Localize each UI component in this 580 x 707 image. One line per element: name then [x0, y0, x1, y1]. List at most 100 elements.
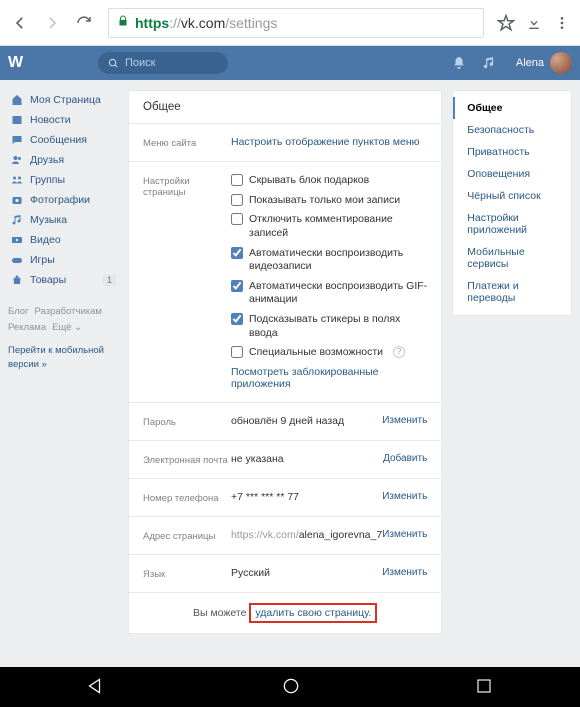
- video-icon: [10, 233, 24, 247]
- phone-change-link[interactable]: Изменить: [382, 491, 427, 504]
- phone-label: Номер телефона: [143, 491, 231, 504]
- url-path: /settings: [225, 15, 277, 31]
- only-my-posts-checkbox[interactable]: Показывать только мои записи: [231, 194, 427, 208]
- password-value: обновлён 9 дней назад: [231, 415, 382, 428]
- search-placeholder: Поиск: [125, 57, 155, 69]
- sidebar-item-games[interactable]: Игры: [8, 250, 118, 270]
- sidebar-item-friends[interactable]: Друзья: [8, 150, 118, 170]
- back-button[interactable]: [6, 9, 34, 37]
- sidebar-badge: 1: [103, 274, 116, 286]
- accessibility-checkbox[interactable]: Специальные возможности?: [231, 346, 427, 360]
- sidebar-item-groups[interactable]: Группы: [8, 170, 118, 190]
- android-back-button[interactable]: [87, 676, 107, 699]
- sidebar-item-label: Друзья: [30, 154, 64, 166]
- games-icon: [10, 253, 24, 267]
- sidebar-item-label: Игры: [30, 254, 55, 266]
- left-nav: Моя Страница Новости Сообщения Друзья Группы…: [8, 90, 118, 634]
- hide-gifts-checkbox[interactable]: Скрывать блок подарков: [231, 174, 427, 188]
- vk-logo[interactable]: W: [8, 54, 38, 72]
- configure-menu-link[interactable]: Настроить отображение пунктов меню: [231, 136, 420, 148]
- language-label: Язык: [143, 567, 231, 580]
- sidebar-item-label: Товары: [30, 274, 66, 286]
- search-icon: [108, 58, 119, 69]
- view-blocked-apps-link[interactable]: Посмотреть заблокированные приложения: [231, 366, 427, 390]
- bookmark-button[interactable]: [494, 14, 518, 32]
- groups-icon: [10, 173, 24, 187]
- url-protocol: https: [135, 15, 169, 31]
- tab-5[interactable]: Настройки приложений: [453, 207, 571, 241]
- vk-header: W Поиск Alena: [0, 46, 580, 80]
- sidebar-item-home[interactable]: Моя Страница: [8, 90, 118, 110]
- settings-panel: Общее Меню сайта Настроить отображение п…: [128, 90, 442, 634]
- tab-0[interactable]: Общее: [453, 97, 571, 119]
- android-nav-bar: [0, 667, 580, 707]
- sidebar-item-label: Сообщения: [30, 134, 87, 146]
- delete-account-link[interactable]: удалить свою страницу.: [249, 603, 377, 623]
- tab-3[interactable]: Оповещения: [453, 163, 571, 185]
- language-change-link[interactable]: Изменить: [382, 567, 427, 580]
- address-value: https://vk.com/alena_igorevna_7: [231, 529, 382, 542]
- friends-icon: [10, 153, 24, 167]
- address-label: Адрес страницы: [143, 529, 231, 542]
- tab-6[interactable]: Мобильные сервисы: [453, 241, 571, 275]
- autoplay-gif-checkbox[interactable]: Автоматически воспроизводить GIF-анимаци…: [231, 280, 427, 307]
- sidebar-item-video[interactable]: Видео: [8, 230, 118, 250]
- sidebar-item-photos[interactable]: Фотографии: [8, 190, 118, 210]
- help-icon[interactable]: ?: [393, 346, 405, 358]
- search-input[interactable]: Поиск: [98, 52, 228, 74]
- menu-button[interactable]: [550, 15, 574, 31]
- user-menu[interactable]: Alena: [516, 52, 572, 74]
- password-change-link[interactable]: Изменить: [382, 415, 427, 428]
- phone-value: +7 *** *** ** 77: [231, 491, 382, 504]
- market-icon: [10, 273, 24, 287]
- music-button[interactable]: [474, 56, 504, 70]
- msg-icon: [10, 133, 24, 147]
- autoplay-video-checkbox[interactable]: Автоматически воспроизводить видеозаписи: [231, 247, 427, 274]
- browser-toolbar: https://vk.com/settings: [0, 0, 580, 46]
- sidebar-item-label: Новости: [30, 114, 71, 126]
- android-home-button[interactable]: [281, 676, 301, 699]
- tab-2[interactable]: Приватность: [453, 141, 571, 163]
- panel-title: Общее: [129, 91, 441, 124]
- sidebar-item-market[interactable]: Товары 1: [8, 270, 118, 290]
- disable-comments-checkbox[interactable]: Отключить комментирование записей: [231, 213, 427, 240]
- tab-7[interactable]: Платежи и переводы: [453, 275, 571, 309]
- forward-button[interactable]: [38, 9, 66, 37]
- sidebar-item-label: Группы: [30, 174, 65, 186]
- notifications-button[interactable]: [444, 56, 474, 70]
- address-bar[interactable]: https://vk.com/settings: [108, 8, 484, 38]
- username: Alena: [516, 57, 544, 69]
- sidebar-item-news[interactable]: Новости: [8, 110, 118, 130]
- sidebar-item-label: Музыка: [30, 214, 67, 226]
- download-button[interactable]: [522, 15, 546, 31]
- language-value: Русский: [231, 567, 382, 580]
- news-icon: [10, 113, 24, 127]
- photos-icon: [10, 193, 24, 207]
- home-icon: [10, 93, 24, 107]
- avatar: [550, 52, 572, 74]
- email-add-link[interactable]: Добавить: [383, 453, 427, 466]
- sidebar-item-music[interactable]: Музыка: [8, 210, 118, 230]
- sidebar-item-msg[interactable]: Сообщения: [8, 130, 118, 150]
- suggest-stickers-checkbox[interactable]: Подсказывать стикеры в полях ввода: [231, 313, 427, 340]
- lock-icon: [117, 14, 129, 31]
- tab-4[interactable]: Чёрный список: [453, 185, 571, 207]
- settings-tabs: ОбщееБезопасностьПриватностьОповещенияЧё…: [452, 90, 572, 316]
- android-recent-button[interactable]: [475, 677, 493, 698]
- password-label: Пароль: [143, 415, 231, 428]
- mobile-version-link[interactable]: Перейти к мобильной версии »: [8, 344, 118, 371]
- sidebar-footer: БлогРазработчикамРекламаЕщё ⌄: [8, 304, 118, 336]
- url-domain: vk.com: [181, 15, 225, 31]
- delete-account-row: Вы можете удалить свою страницу.: [129, 593, 441, 633]
- url-separator: ://: [169, 15, 181, 31]
- sidebar-item-label: Видео: [30, 234, 61, 246]
- reload-button[interactable]: [70, 9, 98, 37]
- sidebar-item-label: Моя Страница: [30, 94, 101, 106]
- page-settings-label: Настройки страницы: [143, 174, 231, 390]
- menu-label: Меню сайта: [143, 136, 231, 149]
- email-label: Электронная почта: [143, 453, 231, 466]
- address-change-link[interactable]: Изменить: [382, 529, 427, 542]
- tab-1[interactable]: Безопасность: [453, 119, 571, 141]
- sidebar-item-label: Фотографии: [30, 194, 90, 206]
- email-value: не указана: [231, 453, 383, 466]
